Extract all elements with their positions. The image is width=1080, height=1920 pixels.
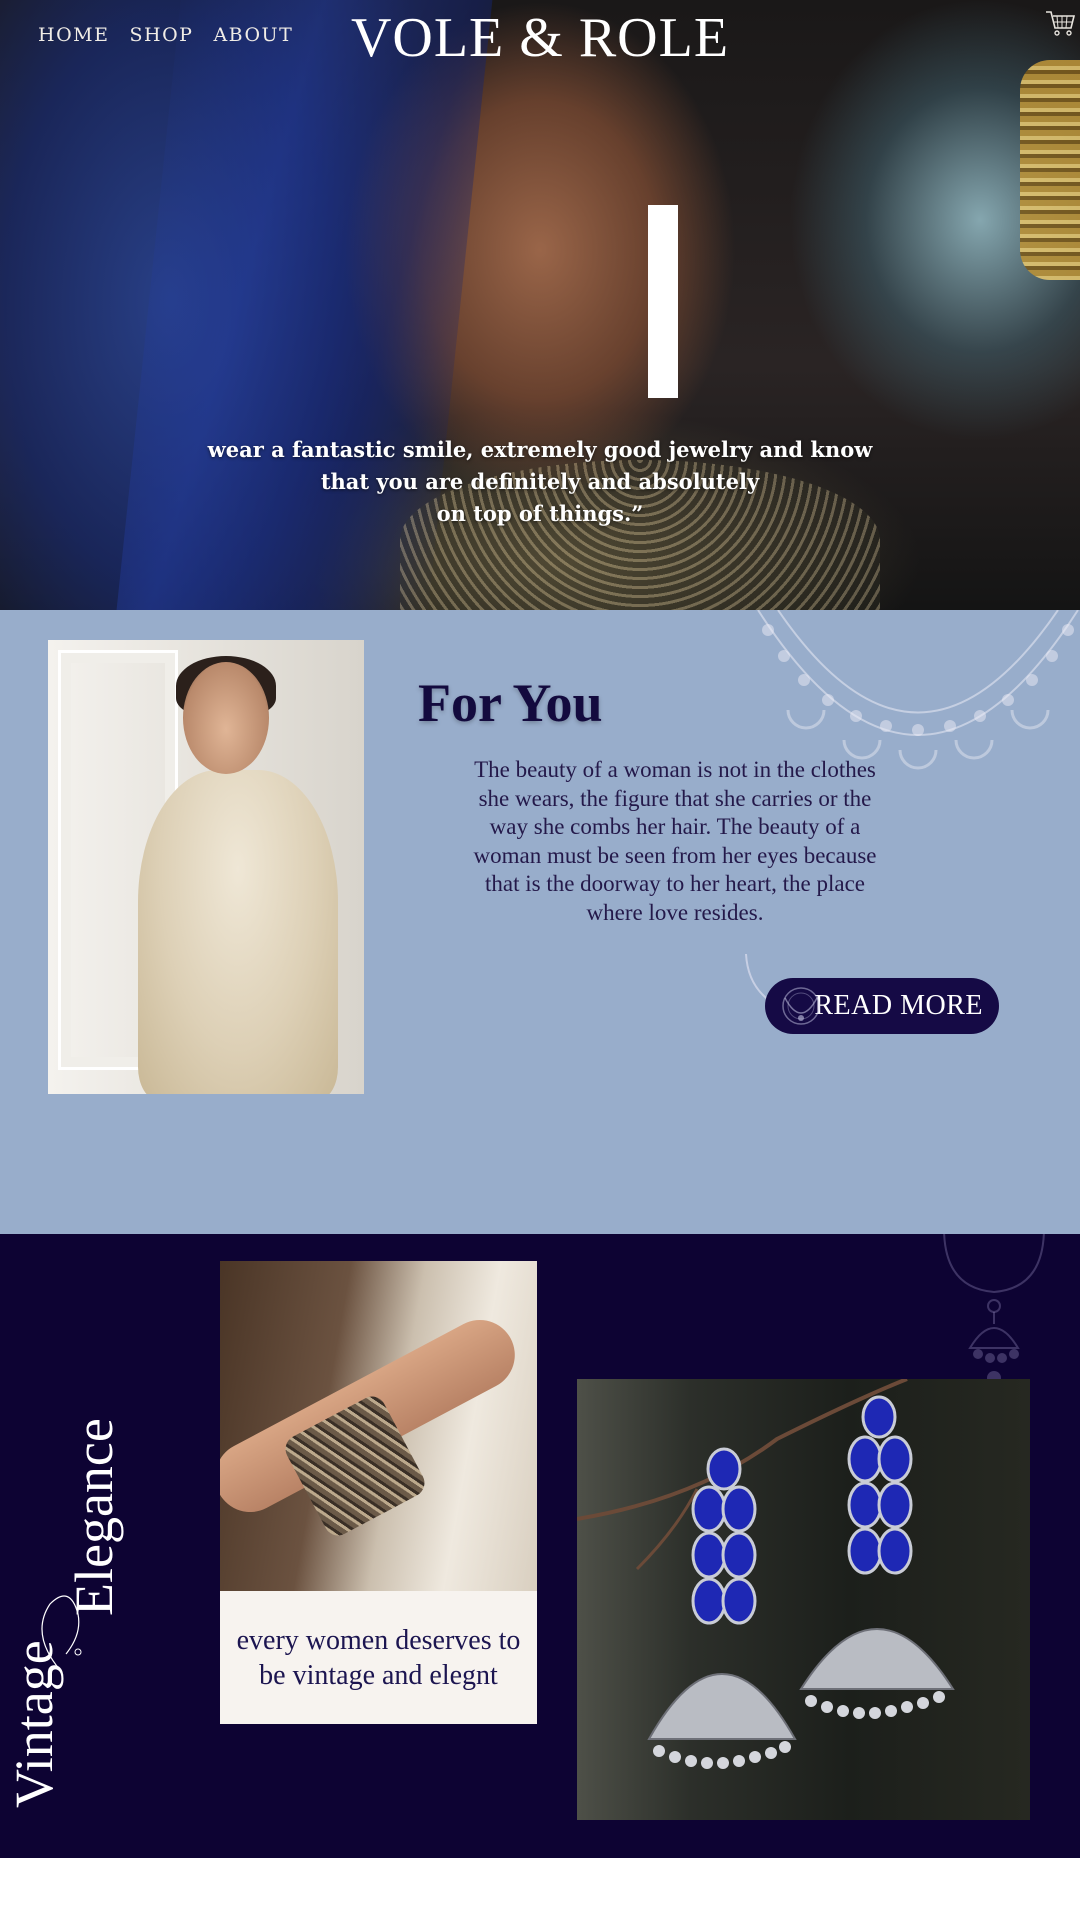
hero-accent-bar — [648, 205, 678, 398]
read-more-button[interactable]: READ MORE — [765, 978, 999, 1034]
cart-icon[interactable] — [1044, 8, 1076, 38]
read-more-label: READ MORE — [814, 990, 983, 1021]
jhumka-ornament-icon — [943, 1234, 1045, 1385]
photo-face — [183, 662, 269, 774]
elegance-word: Elegance — [64, 1418, 124, 1616]
jhumka-earrings-illustration — [577, 1379, 955, 1769]
hero-quote-line-2: that you are definitely and absolutely — [320, 469, 760, 494]
necklace-ornament-icon — [782, 987, 820, 1025]
for-you-body: The beauty of a woman is not in the clot… — [473, 757, 877, 925]
vintage-caption: every women deserves to be vintage and e… — [236, 1624, 521, 1691]
vintage-elegance-title: Vintage Elegance — [4, 1418, 124, 1808]
brand-logo[interactable]: VOLE & ROLE — [0, 6, 1080, 70]
hero-image-bangles — [1020, 60, 1080, 280]
photo-dress — [138, 770, 338, 1094]
for-you-title: For You — [418, 673, 603, 733]
hero-section: HOME SHOP ABOUT VOLE & ROLE wear a fanta… — [0, 0, 1080, 610]
vintage-caption-card: every women deserves to be vintage and e… — [220, 1591, 537, 1724]
hero-quote: wear a fantastic smile, extremely good j… — [190, 434, 890, 530]
vintage-word: Vintage — [4, 1640, 64, 1808]
vintage-section: Vintage Elegance every women deserves to… — [0, 1234, 1080, 1858]
hero-quote-line-1: wear a fantastic smile, extremely good j… — [207, 437, 873, 462]
hero-quote-line-3: on top of things.” — [436, 501, 644, 526]
for-you-model-photo — [48, 640, 364, 1094]
earrings-photo — [577, 1379, 1030, 1820]
for-you-section: For You The beauty of a woman is not in … — [0, 610, 1080, 1234]
bangles-photo — [220, 1261, 537, 1591]
